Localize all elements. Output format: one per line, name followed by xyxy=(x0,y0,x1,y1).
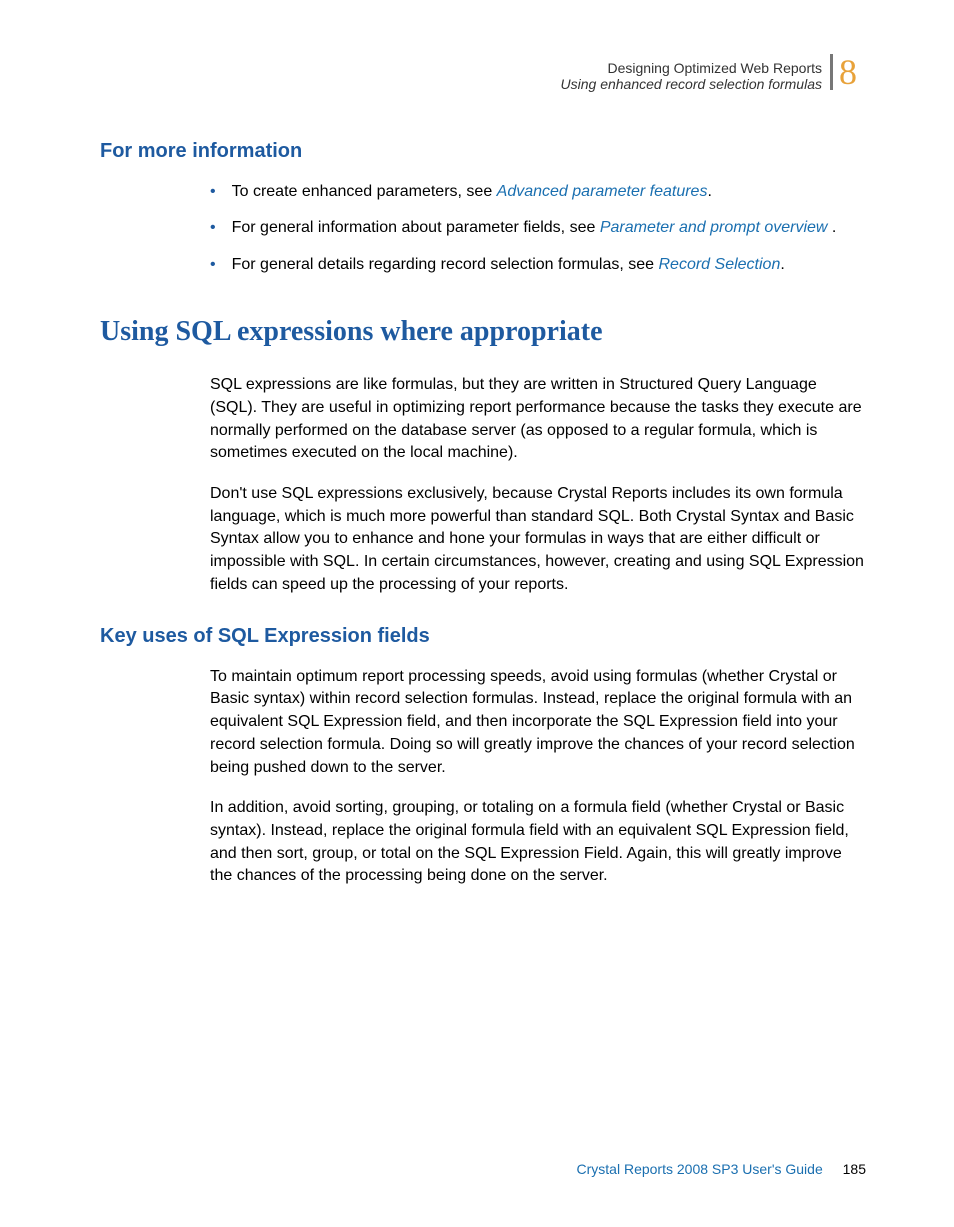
link-advanced-parameter-features[interactable]: Advanced parameter features xyxy=(497,183,708,200)
link-parameter-prompt-overview[interactable]: Parameter and prompt overview xyxy=(600,219,828,236)
text-pre: For general details regarding record sel… xyxy=(232,256,659,273)
bullet-list: • To create enhanced parameters, see Adv… xyxy=(210,181,866,276)
footer-page-number: 185 xyxy=(843,1161,866,1177)
bullet-icon: • xyxy=(210,254,216,276)
section-heading-more-info: For more information xyxy=(100,140,866,163)
footer-doc-title: Crystal Reports 2008 SP3 User's Guide xyxy=(577,1161,823,1177)
list-item: • To create enhanced parameters, see Adv… xyxy=(210,181,866,203)
paragraph: To maintain optimum report processing sp… xyxy=(210,666,866,780)
paragraph: Don't use SQL expressions exclusively, b… xyxy=(210,483,866,597)
paragraph: In addition, avoid sorting, grouping, or… xyxy=(210,797,866,888)
paragraph: SQL expressions are like formulas, but t… xyxy=(210,374,866,465)
text-post: . xyxy=(780,256,784,273)
bullet-text: For general details regarding record sel… xyxy=(232,254,866,276)
bullet-text: For general information about parameter … xyxy=(232,217,866,239)
link-record-selection[interactable]: Record Selection xyxy=(659,256,781,273)
page-header: Designing Optimized Web Reports Using en… xyxy=(100,60,866,92)
section-heading-sql-expressions: Using SQL expressions where appropriate xyxy=(100,316,866,348)
text-pre: To create enhanced parameters, see xyxy=(232,183,497,200)
text-post: . xyxy=(707,183,711,200)
page-footer: Crystal Reports 2008 SP3 User's Guide 18… xyxy=(577,1161,866,1177)
chapter-number: 8 xyxy=(839,51,857,93)
bullet-icon: • xyxy=(210,217,216,239)
list-item: • For general details regarding record s… xyxy=(210,254,866,276)
list-item: • For general information about paramete… xyxy=(210,217,866,239)
bullet-icon: • xyxy=(210,181,216,203)
section-heading-key-uses: Key uses of SQL Expression fields xyxy=(100,625,866,648)
bullet-text: To create enhanced parameters, see Advan… xyxy=(232,181,866,203)
header-subtitle: Using enhanced record selection formulas xyxy=(100,76,822,92)
chapter-badge: 8 xyxy=(830,50,866,94)
text-pre: For general information about parameter … xyxy=(232,219,600,236)
text-post: . xyxy=(827,219,836,236)
header-title: Designing Optimized Web Reports xyxy=(100,60,822,76)
